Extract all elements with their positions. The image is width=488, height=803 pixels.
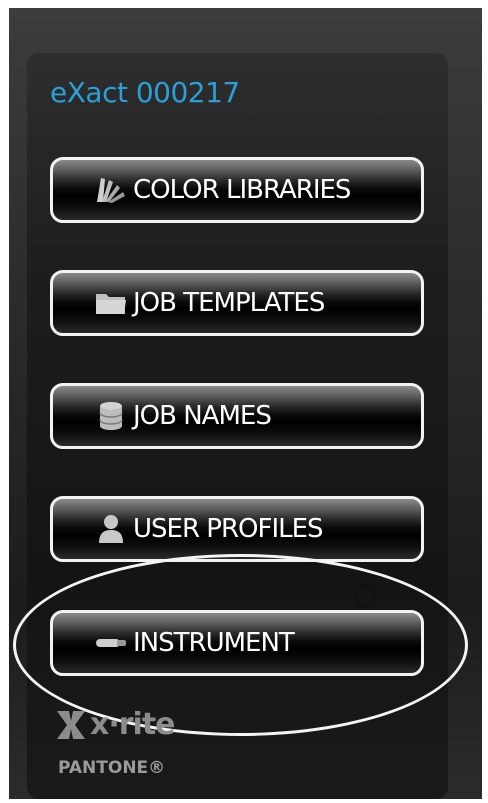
job-names-label: JOB NAMES: [133, 401, 272, 431]
annotation-circle: [354, 584, 376, 608]
xrite-logo: x·rite: [54, 707, 176, 742]
color-fan-icon: [95, 175, 127, 205]
color-libraries-button[interactable]: COLOR LIBRARIES: [50, 157, 424, 223]
xrite-text: x·rite: [90, 707, 176, 742]
job-templates-button[interactable]: JOB TEMPLATES: [50, 270, 424, 336]
database-icon: [95, 401, 127, 431]
color-libraries-label: COLOR LIBRARIES: [133, 175, 351, 205]
xrite-mark-icon: [57, 710, 85, 739]
folder-icon: [95, 288, 127, 318]
user-icon: [95, 514, 127, 544]
instrument-icon: [95, 628, 127, 658]
user-profiles-label: USER PROFILES: [133, 514, 324, 544]
instrument-button[interactable]: INSTRUMENT: [50, 610, 424, 676]
job-names-button[interactable]: JOB NAMES: [50, 383, 424, 449]
user-profiles-button[interactable]: USER PROFILES: [50, 496, 424, 562]
device-title: eXact 000217: [50, 76, 240, 109]
instrument-label: INSTRUMENT: [133, 628, 295, 658]
job-templates-label: JOB TEMPLATES: [133, 288, 325, 318]
pantone-logo: PANTONE®: [58, 758, 166, 778]
